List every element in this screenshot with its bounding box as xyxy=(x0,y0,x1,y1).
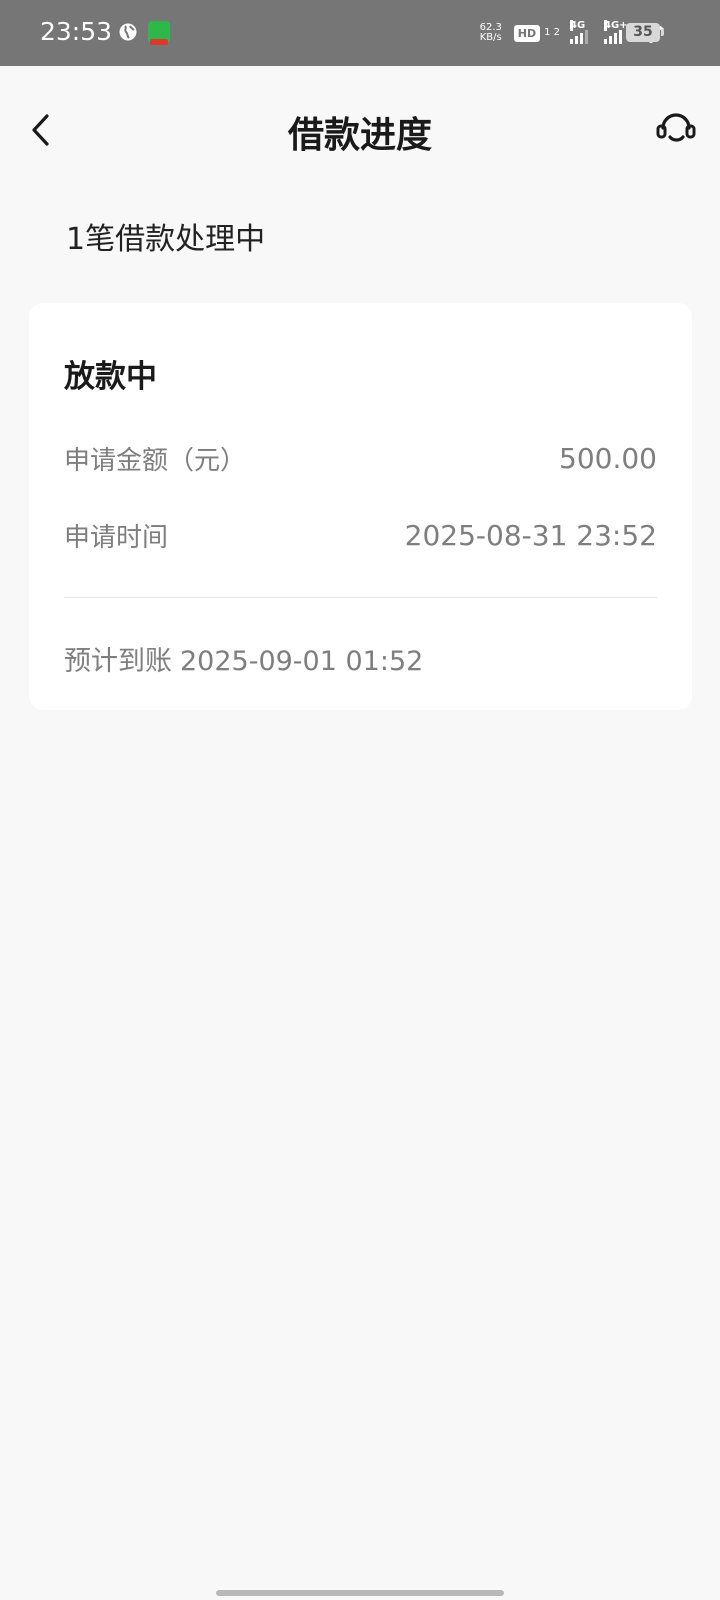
home-indicator[interactable] xyxy=(216,1590,504,1596)
loan-status: 放款中 xyxy=(64,359,157,395)
customer-service-button[interactable] xyxy=(654,106,698,150)
eta-label: 预计到账 xyxy=(64,646,172,677)
hd-sim-index: 1 2 xyxy=(544,27,560,38)
eta-value: 2025-09-01 01:52 xyxy=(180,646,424,677)
amount-label: 申请金额（元） xyxy=(64,445,247,476)
status-time: 23:53 xyxy=(40,17,113,46)
hd-voice-icon: HD xyxy=(513,24,541,42)
loan-summary: 1笔借款处理中 xyxy=(66,222,266,257)
battery-icon: 35 xyxy=(626,23,664,42)
estimated-arrival: 预计到账 2025-09-01 01:52 xyxy=(64,639,431,678)
sim1-signal-icon: 4G xyxy=(570,20,588,44)
app-notification-icon xyxy=(148,21,170,45)
headset-icon xyxy=(656,113,696,142)
loan-progress-card[interactable]: 放款中 申请金额（元） 500.00 申请时间 2025-08-31 23:52… xyxy=(29,303,692,710)
page-title: 借款进度 xyxy=(287,115,432,156)
amount-value: 500.00 xyxy=(559,441,657,475)
amount-row: 申请金额（元） 500.00 xyxy=(64,438,657,478)
apply-time-label: 申请时间 xyxy=(64,522,169,553)
status-bar: 23:53 62.3 KB/s HD 1 2 4G 4G+ 35 xyxy=(0,0,720,66)
apply-time-row: 申请时间 2025-08-31 23:52 xyxy=(64,515,657,555)
globe-icon xyxy=(119,23,137,41)
navigation-bar: 借款进度 xyxy=(0,66,720,196)
network-speed: 62.3 KB/s xyxy=(479,22,502,43)
sim2-signal-icon: 4G+ xyxy=(604,20,628,44)
apply-time-value: 2025-08-31 23:52 xyxy=(404,518,657,552)
card-divider xyxy=(64,597,657,598)
